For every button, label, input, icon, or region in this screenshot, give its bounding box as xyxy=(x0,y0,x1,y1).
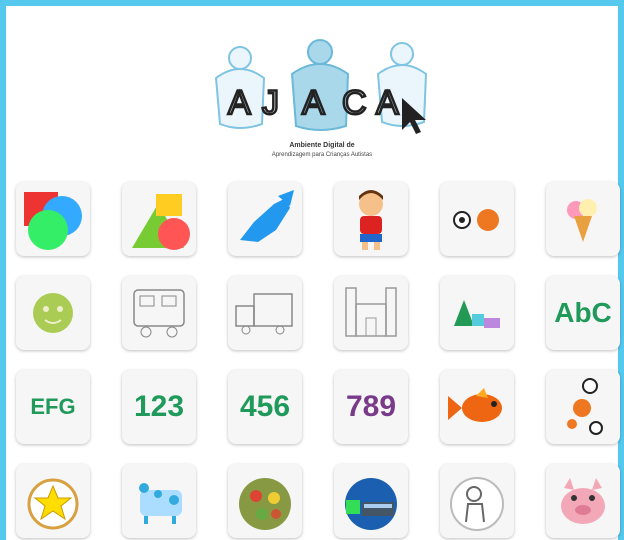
tile-bus-photo[interactable] xyxy=(334,464,408,538)
tile-soccer[interactable] xyxy=(546,370,620,444)
bus-photo-icon xyxy=(345,478,397,530)
star-icon xyxy=(27,478,79,530)
tile-num-456[interactable]: 456 xyxy=(228,370,302,444)
abc-icon: AbC xyxy=(554,297,612,328)
logo-letter-a3: A xyxy=(376,84,399,122)
food-icon xyxy=(239,478,291,530)
logo-letter-a2: A xyxy=(302,84,325,122)
numbers-123-icon: 123 xyxy=(133,390,185,423)
efg-icon: EFG xyxy=(30,394,76,419)
shapes-icon xyxy=(132,194,190,250)
boy-icon xyxy=(359,190,383,250)
tile-colors[interactable] xyxy=(16,182,90,256)
tile-abc[interactable]: AbC xyxy=(546,276,620,350)
puzzle-people-logo-icon: A J A C A xyxy=(214,39,428,134)
tile-star[interactable] xyxy=(16,464,90,538)
person-icon xyxy=(450,477,504,531)
logo-subtitle: Ambiente Digital de xyxy=(289,142,355,149)
numbers-789-icon: 789 xyxy=(345,390,397,423)
tile-person[interactable] xyxy=(440,464,514,538)
numbers-456-icon: 456 xyxy=(239,390,291,423)
candy-icon xyxy=(240,190,294,242)
house-icon xyxy=(345,287,397,337)
ice-cream-icon xyxy=(567,199,597,242)
logo-tagline: Aprendizagem para Crianças Autistas xyxy=(271,152,373,158)
tile-fish[interactable] xyxy=(440,370,514,444)
truck-icon xyxy=(235,293,293,335)
tile-food[interactable] xyxy=(228,464,302,538)
bus-icon xyxy=(133,289,185,338)
tile-boy[interactable] xyxy=(334,182,408,256)
colors-icon xyxy=(24,192,82,250)
cow-icon xyxy=(139,483,182,524)
face-icon xyxy=(33,293,73,333)
letters-icon xyxy=(454,300,500,328)
pig-icon xyxy=(561,478,605,524)
tile-balls[interactable] xyxy=(440,182,514,256)
tile-num-123[interactable]: 123 xyxy=(122,370,196,444)
tile-house[interactable] xyxy=(334,276,408,350)
tile-num-789[interactable]: 789 xyxy=(334,370,408,444)
tile-candy[interactable] xyxy=(228,182,302,256)
logo-letter-c: C xyxy=(342,84,367,122)
tile-efg[interactable]: EFG xyxy=(16,370,90,444)
tile-cow[interactable] xyxy=(122,464,196,538)
tile-bus[interactable] xyxy=(122,276,196,350)
tile-letters-abc[interactable] xyxy=(440,276,514,350)
fish-icon xyxy=(448,388,502,422)
logo-letter-a1: A xyxy=(228,84,251,122)
tile-face[interactable] xyxy=(16,276,90,350)
logo-letter-j: J xyxy=(262,84,279,122)
logo: A J A C A Ambiente Digital de Aprendizag… xyxy=(202,36,442,168)
balls-icon xyxy=(453,209,499,231)
tile-ice-cream[interactable] xyxy=(546,182,620,256)
tile-truck[interactable] xyxy=(228,276,302,350)
tile-pig[interactable] xyxy=(546,464,620,538)
soccer-icon xyxy=(567,378,603,435)
app-frame: A J A C A Ambiente Digital de Aprendizag… xyxy=(0,0,624,540)
tile-shapes[interactable] xyxy=(122,182,196,256)
